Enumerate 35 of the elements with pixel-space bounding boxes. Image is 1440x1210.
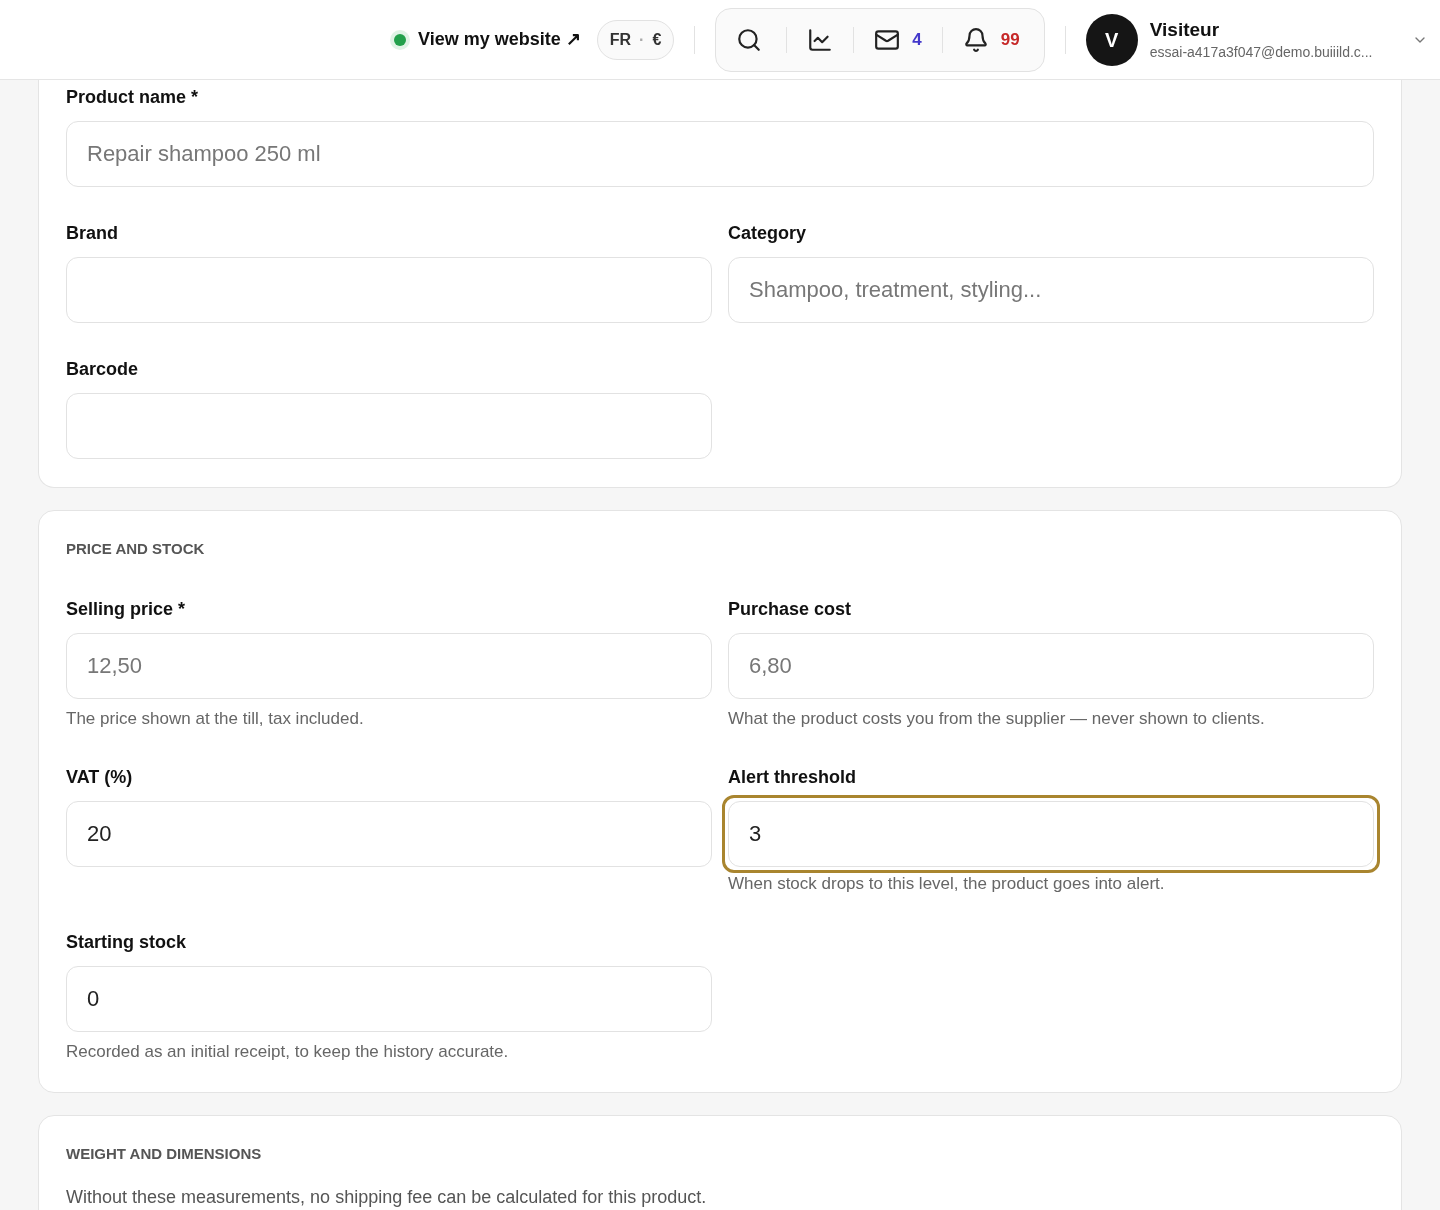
help-text: What the product costs you from the supplier — never shown to clients. <box>728 708 1266 730</box>
field-label: Purchase cost <box>728 598 853 621</box>
input-field[interactable]: 20 <box>66 801 712 867</box>
field-label: Category <box>728 222 808 245</box>
notifications-button[interactable]: 99 <box>962 26 1028 53</box>
avatar[interactable]: V <box>1085 13 1138 66</box>
input-field[interactable] <box>66 257 712 323</box>
section-description: Without these measurements, no shipping fee can be calculated for this product. <box>66 1186 708 1209</box>
input-field[interactable]: 0 <box>66 966 712 1032</box>
locale-button[interactable]: FR · € <box>596 19 675 60</box>
user-name: Visiteur <box>1149 17 1221 42</box>
field-label: Barcode <box>66 358 140 381</box>
help-text: When stock drops to this level, the product goes into alert. <box>728 873 1166 895</box>
input-field[interactable]: Repair shampoo 250 ml <box>66 121 1374 187</box>
help-text: The price shown at the till, tax included. <box>66 708 365 730</box>
messages-button[interactable]: 4 <box>874 26 922 53</box>
section-title: PRICE AND STOCK <box>66 539 206 559</box>
field-label: Alert threshold <box>728 766 857 789</box>
field-label: VAT (%) <box>66 766 134 789</box>
field-label: Selling price * <box>66 598 187 621</box>
search-icon[interactable] <box>736 26 763 53</box>
input-field[interactable] <box>66 393 712 459</box>
input-field[interactable]: 12,50 <box>66 633 712 699</box>
chart-icon[interactable] <box>807 26 834 53</box>
help-text: Recorded as an initial receipt, to keep the history accurate. <box>66 1041 510 1063</box>
field-label: Starting stock <box>66 931 188 954</box>
field-label: Product name * <box>66 86 200 109</box>
user-email: essai-a417a3f047@demo.buiiild.c... <box>1149 42 1373 62</box>
input-field[interactable]: 6,80 <box>728 633 1374 699</box>
field-label: Brand <box>66 222 119 245</box>
bell-icon <box>962 26 989 53</box>
input-field[interactable]: Shampoo, treatment, styling... <box>728 257 1374 323</box>
input-field[interactable]: 3 <box>722 795 1380 873</box>
view-website-link[interactable]: View my website ↗ <box>418 26 581 53</box>
section-title: WEIGHT AND DIMENSIONS <box>66 1144 263 1164</box>
